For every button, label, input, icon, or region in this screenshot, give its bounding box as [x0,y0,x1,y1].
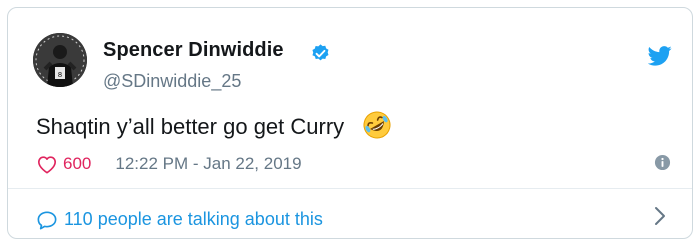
chevron-right-icon[interactable] [653,205,667,227]
author-name[interactable]: Spencer Dinwiddie [103,39,284,62]
like-count[interactable]: 600 [63,154,91,174]
tweet-text: Shaqtin y’all better go get Curry [36,114,345,139]
tweet-meta: 600 12:22 PM - Jan 22, 2019 [36,153,302,175]
svg-text:8: 8 [58,71,62,79]
author-handle[interactable]: @SDinwiddie_25 [103,71,241,92]
verified-badge-icon [312,44,329,61]
rolling-on-the-floor-laughing-icon [363,111,391,139]
info-icon[interactable] [654,154,671,171]
conversation-label[interactable]: 110 people are talking about this [64,209,323,230]
tweet-card[interactable]: 8 Spencer Dinwiddie @SDinwiddie_25 Shaqt… [7,7,693,239]
twitter-bird-icon[interactable] [648,46,672,66]
tweet-timestamp[interactable]: 12:22 PM - Jan 22, 2019 [115,154,301,174]
conversation-link[interactable]: 110 people are talking about this [36,209,323,230]
speech-bubble-icon [37,210,57,229]
heart-icon[interactable] [36,154,58,174]
avatar[interactable]: 8 [33,33,87,87]
footer-divider [8,188,692,189]
